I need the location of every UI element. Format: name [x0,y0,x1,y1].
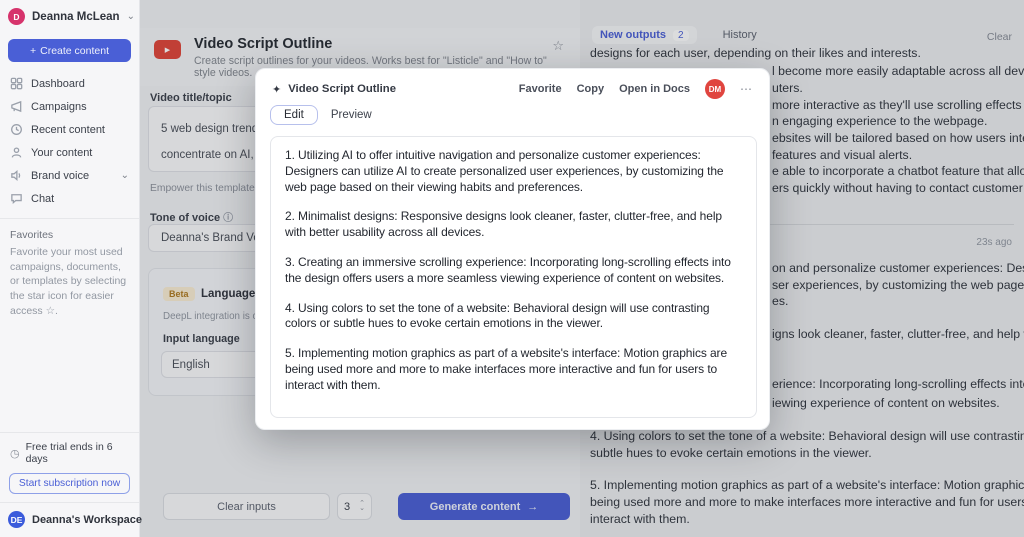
favorites-description: Favorite your most used campaigns, docum… [0,245,139,318]
campaigns-icon [10,100,23,113]
sidebar-item-label: Brand voice [31,170,113,182]
output-paragraph: 3. Creating an immersive scrolling exper… [285,255,742,287]
modal-header: ✦ Video Script Outline Favorite Copy Ope… [256,69,769,109]
chevron-down-icon: ⌄ [127,12,135,22]
app-window: D Deanna McLean ⌄ + Create content Dashb… [0,0,1024,537]
create-content-button[interactable]: + Create content [8,39,131,62]
sparkle-icon: ✦ [272,83,281,96]
output-editor[interactable]: 1. Utilizing AI to offer intuitive navig… [270,136,757,418]
tab-edit[interactable]: Edit [270,105,318,125]
sidebar-item-label: Campaigns [31,101,87,113]
sidebar-item-label: Recent content [31,124,105,136]
favorite-button[interactable]: Favorite [519,83,562,95]
sidebar-item-label: Your content [31,147,92,159]
sidebar-item-label: Dashboard [31,78,85,90]
favorites-title: Favorites [0,219,139,245]
output-paragraph: 2. Minimalist designs: Responsive design… [285,209,742,241]
clock-icon: ◷ [10,447,20,460]
modal-actions: Favorite Copy Open in Docs DM ⋯ [519,79,753,99]
copy-button[interactable]: Copy [577,83,605,95]
chat-icon [10,192,23,205]
create-content-label: Create content [40,45,109,57]
sidebar-item-brand-voice[interactable]: Brand voice ⌄ [0,164,139,187]
chevron-down-icon: ⌄ [121,171,129,181]
output-paragraph: 1. Utilizing AI to offer intuitive navig… [285,148,742,195]
open-in-docs-button[interactable]: Open in Docs [619,83,690,95]
dashboard-icon [10,77,23,90]
modal-tabs: Edit Preview [270,105,385,125]
trial-text: Free trial ends in 6 days [26,441,129,465]
start-subscription-button[interactable]: Start subscription now [9,473,130,494]
sidebar-item-chat[interactable]: Chat [0,187,139,210]
sidebar-nav: Dashboard Campaigns Recent content Your … [0,72,139,210]
user-avatar: D [8,8,25,25]
workspace-switcher[interactable]: DE Deanna's Workspace [0,502,139,537]
person-icon [10,146,23,159]
user-name: Deanna McLean [32,11,120,23]
sidebar-item-dashboard[interactable]: Dashboard [0,72,139,95]
sidebar-item-label: Chat [31,193,54,205]
sidebar: D Deanna McLean ⌄ + Create content Dashb… [0,0,140,537]
output-paragraph: 4. Using colors to set the tone of a web… [285,301,742,333]
workspace-name: Deanna's Workspace [32,514,142,526]
output-paragraph: 5. Implementing motion graphics as part … [285,346,742,393]
workspace-avatar: DE [8,511,25,528]
user-menu[interactable]: D Deanna McLean ⌄ [0,0,139,31]
speaker-icon [10,169,23,182]
more-menu-icon[interactable]: ⋯ [740,82,753,96]
sidebar-item-your-content[interactable]: Your content [0,141,139,164]
modal-title: Video Script Outline [288,83,519,95]
sidebar-item-campaigns[interactable]: Campaigns [0,95,139,118]
clock-icon [10,123,23,136]
plus-icon: + [30,45,36,57]
trial-status: ◷ Free trial ends in 6 days [0,433,139,469]
output-modal: ✦ Video Script Outline Favorite Copy Ope… [255,68,770,430]
tab-preview[interactable]: Preview [318,106,385,124]
author-avatar: DM [705,79,725,99]
sidebar-item-recent-content[interactable]: Recent content [0,118,139,141]
